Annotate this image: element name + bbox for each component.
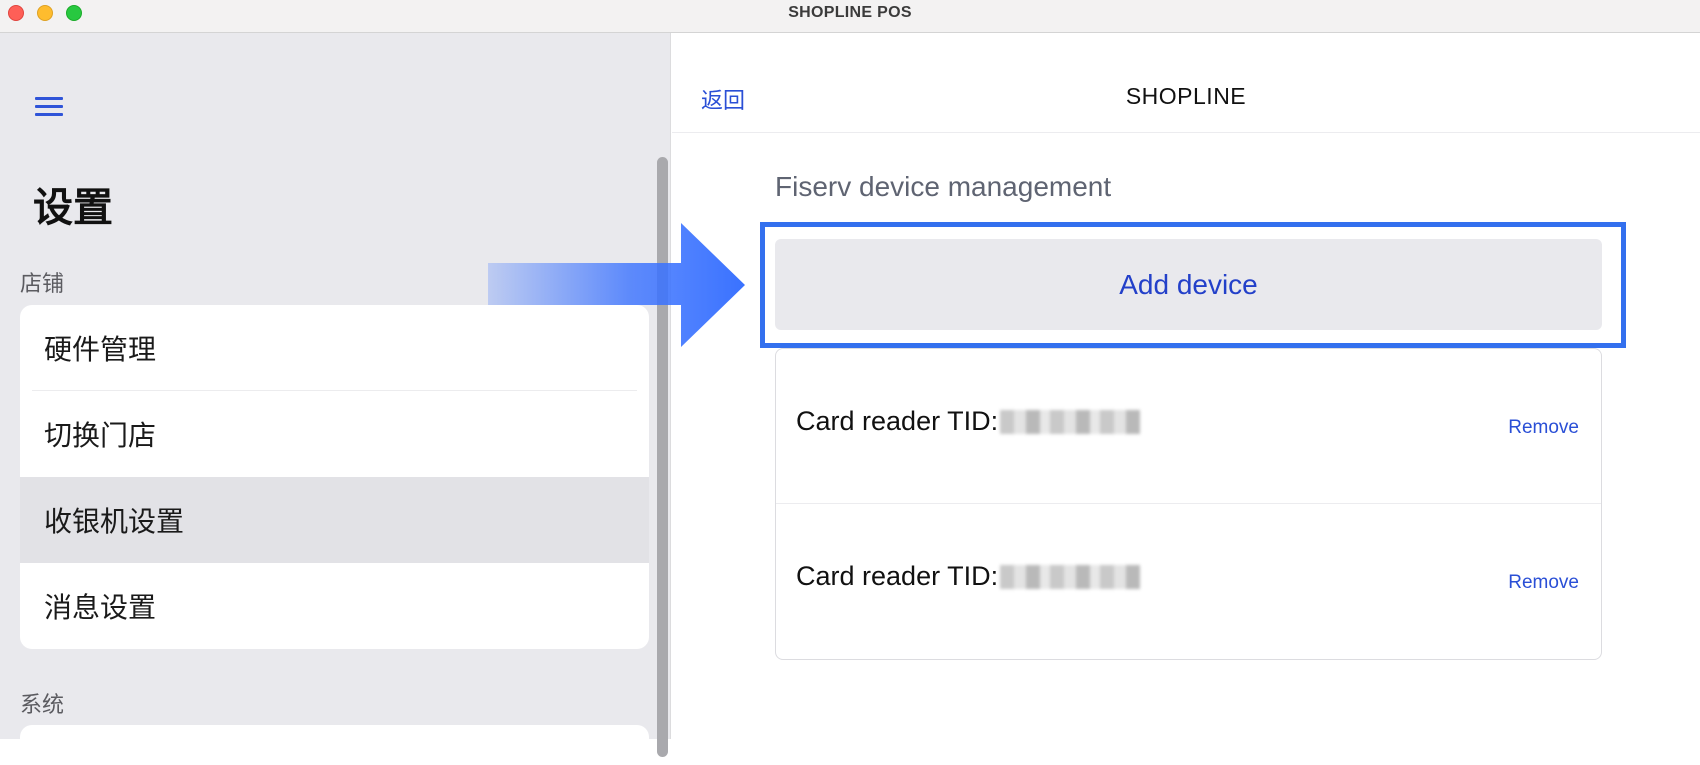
redacted-id	[1000, 409, 1141, 434]
list-item: Card reader TID: Remove	[776, 504, 1601, 659]
page-title: 设置	[33, 186, 113, 230]
sidebar-item-label: 切换门店	[44, 420, 157, 451]
redacted-id	[1000, 564, 1141, 589]
store-settings-group: 硬件管理 切换门店 收银机设置 消息设置	[20, 305, 649, 649]
remove-device-button[interactable]: Remove	[1508, 417, 1579, 439]
sidebar-item-hardware[interactable]: 硬件管理	[20, 305, 649, 391]
sidebar-item-label: 硬件管理	[44, 334, 157, 365]
device-label: Card reader TID:	[796, 406, 1141, 437]
window-title-bar: SHOPLINE POS	[0, 0, 1700, 33]
sidebar-item-switch-store[interactable]: 切换门店	[20, 391, 649, 477]
device-label: Card reader TID:	[796, 561, 1141, 592]
list-item: Card reader TID: Remove	[776, 349, 1601, 504]
sidebar-item-register-settings[interactable]: 收银机设置	[20, 477, 649, 563]
main-panel: 返回 SHOPLINE Fiserv device management Add…	[672, 33, 1700, 739]
section-heading: Fiserv device management	[775, 171, 1112, 202]
device-list: Card reader TID: Remove Card reader TID:…	[775, 348, 1602, 660]
device-label-text: Card reader TID:	[796, 561, 999, 591]
sidebar: 设置 店铺 硬件管理 切换门店 收银机设置 消息设置 系统	[0, 33, 671, 765]
add-device-button[interactable]: Add device	[775, 239, 1602, 330]
main-header: 返回 SHOPLINE	[672, 33, 1700, 133]
section-label-system: 系统	[20, 692, 65, 717]
main-title: SHOPLINE	[1125, 83, 1247, 109]
app-title: SHOPLINE POS	[788, 4, 912, 21]
system-settings-group	[20, 725, 649, 765]
remove-device-button[interactable]: Remove	[1508, 572, 1579, 594]
sidebar-item-message-settings[interactable]: 消息设置	[20, 563, 649, 649]
sidebar-item-label: 收银机设置	[44, 506, 185, 537]
section-label-store: 店铺	[20, 271, 65, 296]
sidebar-item-label: 消息设置	[44, 592, 157, 623]
sidebar-scrollbar[interactable]	[657, 157, 668, 757]
device-label-text: Card reader TID:	[796, 406, 999, 436]
hamburger-menu-icon[interactable]	[35, 95, 63, 119]
